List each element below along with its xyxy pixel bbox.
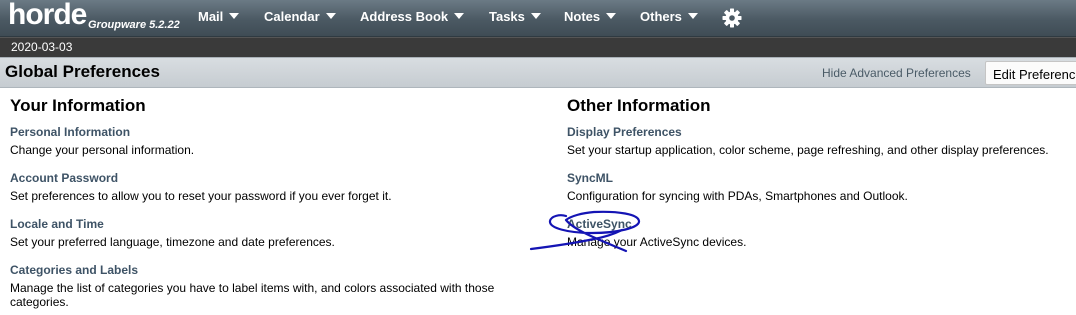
display-preferences-description: Set your startup application, color sche… bbox=[567, 143, 1049, 157]
gear-icon[interactable] bbox=[722, 8, 742, 28]
menu-address-book[interactable]: Address Book bbox=[360, 9, 465, 27]
account-password-link[interactable]: Account Password bbox=[10, 171, 118, 185]
top-navigation-bar: horde Groupware 5.2.22 Mail Calendar Add… bbox=[0, 0, 1076, 37]
syncml-link[interactable]: SyncML bbox=[567, 171, 613, 185]
your-information-heading: Your Information bbox=[10, 96, 146, 115]
hide-advanced-preferences-link[interactable]: Hide Advanced Preferences bbox=[822, 66, 971, 80]
menu-others-label: Others bbox=[640, 9, 682, 24]
account-password-description: Set preferences to allow you to reset yo… bbox=[10, 189, 392, 203]
product-version: Groupware 5.2.22 bbox=[88, 19, 180, 31]
display-preferences-link[interactable]: Display Preferences bbox=[567, 125, 682, 139]
other-information-heading: Other Information bbox=[567, 96, 711, 115]
menu-mail[interactable]: Mail bbox=[198, 9, 240, 27]
locale-and-time-link[interactable]: Locale and Time bbox=[10, 217, 104, 231]
chevron-down-icon bbox=[687, 13, 698, 19]
categories-and-labels-description: Manage the list of categories you have t… bbox=[10, 281, 495, 309]
menu-notes[interactable]: Notes bbox=[564, 9, 617, 27]
menu-mail-label: Mail bbox=[198, 9, 224, 24]
preferences-header: Global Preferences Hide Advanced Prefere… bbox=[0, 57, 1076, 88]
chevron-down-icon bbox=[530, 13, 541, 19]
logo-wordmark: horde bbox=[8, 0, 87, 31]
syncml-description: Configuration for syncing with PDAs, Sma… bbox=[567, 189, 908, 203]
date-bar: 2020-03-03 bbox=[0, 37, 1076, 57]
menu-notes-label: Notes bbox=[564, 9, 601, 24]
activesync-description: Manage your ActiveSync devices. bbox=[567, 235, 747, 249]
current-date: 2020-03-03 bbox=[11, 40, 73, 54]
menu-others[interactable]: Others bbox=[640, 9, 698, 27]
personal-information-link[interactable]: Personal Information bbox=[10, 125, 130, 139]
activesync-link[interactable]: ActiveSync bbox=[567, 217, 632, 231]
edit-preferences-button[interactable]: Edit Preferences bbox=[985, 61, 1076, 85]
menu-address-book-label: Address Book bbox=[360, 9, 449, 24]
menu-tasks[interactable]: Tasks bbox=[489, 9, 541, 27]
personal-information-description: Change your personal information. bbox=[10, 143, 195, 157]
chevron-down-icon bbox=[454, 13, 465, 19]
menu-calendar[interactable]: Calendar bbox=[264, 9, 336, 27]
locale-and-time-description: Set your preferred language, timezone an… bbox=[10, 235, 335, 249]
chevron-down-icon bbox=[606, 13, 617, 19]
chevron-down-icon bbox=[325, 13, 336, 19]
menu-calendar-label: Calendar bbox=[264, 9, 320, 24]
categories-and-labels-link[interactable]: Categories and Labels bbox=[10, 263, 138, 277]
menu-tasks-label: Tasks bbox=[489, 9, 525, 24]
page-title: Global Preferences bbox=[5, 62, 160, 81]
chevron-down-icon bbox=[229, 13, 240, 19]
